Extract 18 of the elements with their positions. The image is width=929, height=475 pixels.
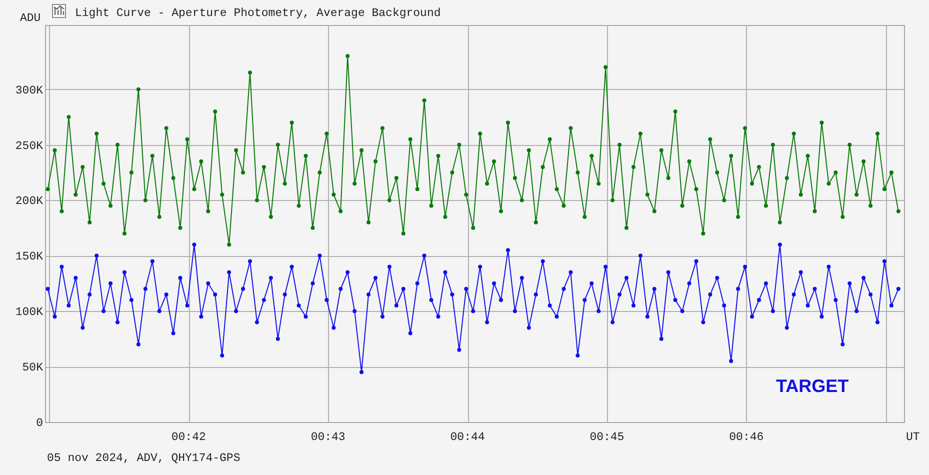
target-label: TARGET (776, 376, 849, 396)
tick-label: 50K (22, 362, 43, 375)
tick-label: 150K (15, 250, 43, 264)
chart-title: Light Curve - Aperture Photometry, Average Background (75, 7, 441, 20)
tick-label: 00:45 (590, 431, 624, 444)
tick-label: 00:43 (310, 431, 346, 444)
tick-label: 00:42 (171, 431, 206, 444)
axis-unit: UT (906, 431, 920, 444)
tick-label: 00:46 (729, 431, 764, 444)
tick-label: 250K (15, 140, 43, 153)
tick-label: 0 (36, 417, 43, 430)
chart-icon (52, 4, 66, 18)
tick-label: 00:44 (450, 431, 485, 444)
tick-label: 100K (15, 306, 43, 320)
footer-text: 05 nov 2024, ADV, QHY174-GPS (47, 452, 240, 465)
tick-label: 200K (15, 195, 43, 208)
axis-label: ADU (20, 12, 41, 25)
tick-label: 300K (15, 84, 43, 98)
